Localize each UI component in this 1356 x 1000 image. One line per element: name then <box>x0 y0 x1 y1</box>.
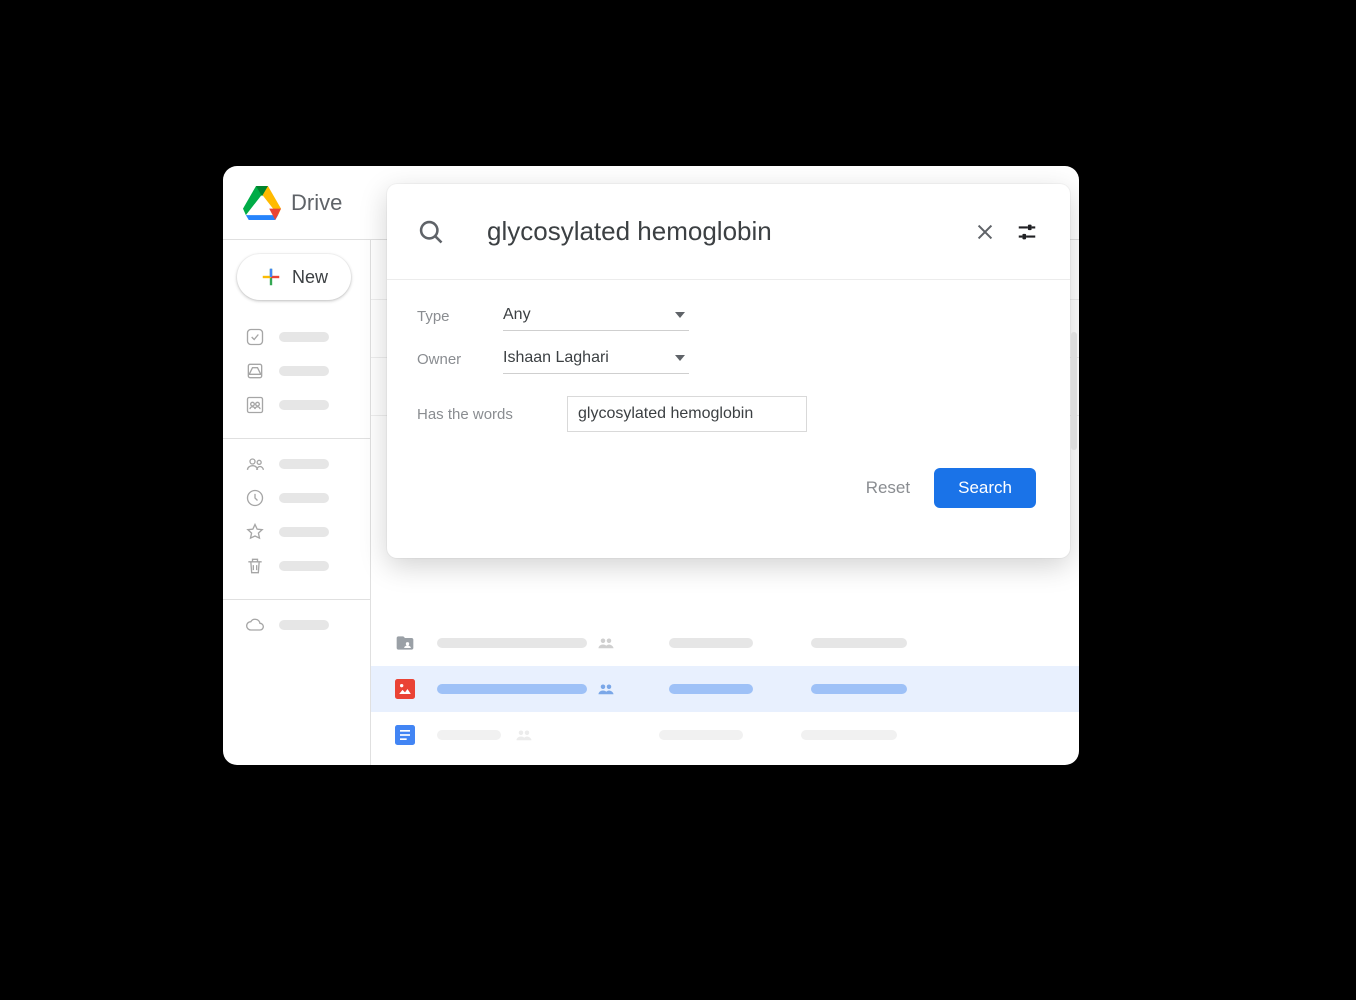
placeholder <box>437 684 587 694</box>
sidebar-item-priority[interactable] <box>223 320 370 354</box>
sidebar-item-mydrive[interactable] <box>223 354 370 388</box>
file-row[interactable] <box>371 712 1079 758</box>
placeholder <box>659 730 743 740</box>
placeholder <box>801 730 897 740</box>
nav-group-3 <box>223 608 370 642</box>
image-file-icon <box>395 679 415 699</box>
sidebar-item-starred[interactable] <box>223 515 370 549</box>
reset-button[interactable]: Reset <box>866 478 910 498</box>
placeholder <box>811 638 907 648</box>
shared-icon <box>597 683 615 695</box>
filter-row-words: Has the words <box>417 396 1040 432</box>
filter-row-owner: Owner Ishaan Laghari <box>417 345 1040 374</box>
advanced-search-panel: Type Any Owner Ishaan Laghari Has the wo… <box>387 184 1070 558</box>
drive-small-icon <box>245 361 265 381</box>
file-row-selected[interactable] <box>371 666 1079 712</box>
file-row[interactable] <box>371 620 1079 666</box>
drive-logo-icon <box>243 184 281 222</box>
placeholder <box>279 620 329 630</box>
plus-icon <box>260 266 282 288</box>
nav-group-2 <box>223 447 370 583</box>
shared-drive-icon <box>245 395 265 415</box>
type-select[interactable]: Any <box>503 302 689 331</box>
placeholder <box>279 561 329 571</box>
app-window: Drive New <box>223 166 1079 765</box>
shared-icon <box>597 637 615 649</box>
clear-search-button[interactable] <box>964 211 1006 253</box>
filter-row-type: Type Any <box>417 302 1040 331</box>
panel-actions: Reset Search <box>417 468 1040 508</box>
sidebar-item-recent[interactable] <box>223 481 370 515</box>
filters: Type Any Owner Ishaan Laghari Has the wo… <box>387 280 1070 508</box>
sidebar-item-trash[interactable] <box>223 549 370 583</box>
trash-icon <box>245 556 265 576</box>
docs-file-icon <box>395 725 415 745</box>
dropdown-caret-icon <box>675 312 685 318</box>
placeholder <box>669 638 753 648</box>
cloud-icon <box>245 615 265 635</box>
search-button[interactable]: Search <box>934 468 1036 508</box>
clock-icon <box>245 488 265 508</box>
placeholder <box>811 684 907 694</box>
dropdown-caret-icon <box>675 355 685 361</box>
folder-shared-icon <box>395 633 415 653</box>
check-square-icon <box>245 327 265 347</box>
search-options-button[interactable] <box>1006 211 1048 253</box>
search-input[interactable] <box>487 216 964 247</box>
divider <box>223 599 370 600</box>
placeholder <box>279 459 329 469</box>
placeholder <box>279 366 329 376</box>
searchbar <box>387 184 1070 280</box>
has-words-input[interactable] <box>567 396 807 432</box>
scrollbar[interactable] <box>1071 332 1077 450</box>
placeholder <box>279 527 329 537</box>
placeholder <box>279 493 329 503</box>
placeholder <box>279 332 329 342</box>
words-label: Has the words <box>417 406 567 423</box>
sidebar-item-shared-with-me[interactable] <box>223 447 370 481</box>
type-label: Type <box>417 308 503 325</box>
placeholder <box>437 638 587 648</box>
search-icon <box>417 218 445 246</box>
owner-value: Ishaan Laghari <box>503 349 609 366</box>
sidebar-item-storage[interactable] <box>223 608 370 642</box>
type-value: Any <box>503 306 531 323</box>
close-icon <box>974 221 996 243</box>
divider <box>223 438 370 439</box>
placeholder <box>279 400 329 410</box>
sidebar-item-shared-drives[interactable] <box>223 388 370 422</box>
star-icon <box>245 522 265 542</box>
tune-icon <box>1016 221 1038 243</box>
placeholder <box>669 684 753 694</box>
new-button-label: New <box>292 267 328 288</box>
people-icon <box>245 454 265 474</box>
nav-group-1 <box>223 320 370 422</box>
owner-label: Owner <box>417 351 503 368</box>
owner-select[interactable]: Ishaan Laghari <box>503 345 689 374</box>
new-button[interactable]: New <box>237 254 351 300</box>
shared-icon <box>515 729 533 741</box>
sidebar: New <box>223 240 371 765</box>
placeholder <box>437 730 501 740</box>
file-list <box>371 620 1079 758</box>
app-title: Drive <box>291 190 342 216</box>
